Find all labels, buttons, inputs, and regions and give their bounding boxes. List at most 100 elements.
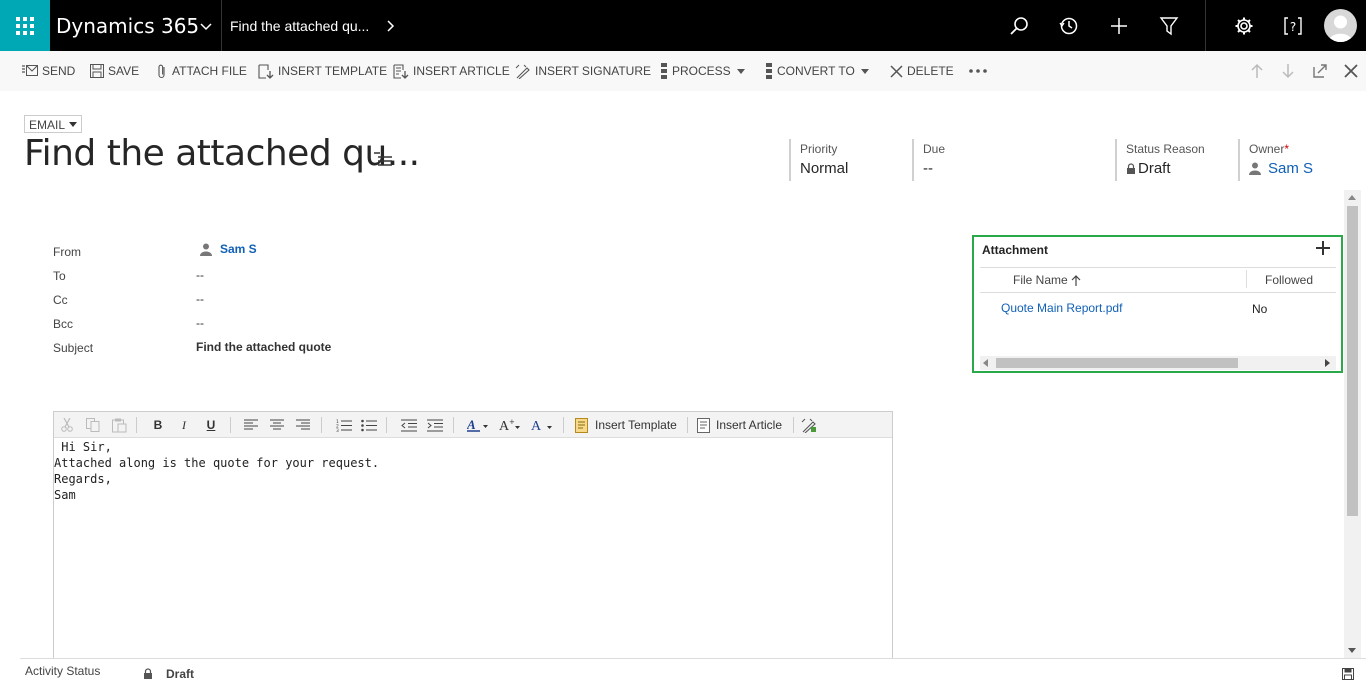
status-reason-field[interactable]: Status Reason Draft bbox=[1115, 139, 1205, 181]
align-left-icon[interactable] bbox=[244, 416, 258, 434]
page-vertical-scrollbar[interactable] bbox=[1344, 190, 1361, 658]
italic-button[interactable]: I bbox=[177, 416, 191, 434]
scrollbar-thumb[interactable] bbox=[1347, 206, 1358, 516]
save-button[interactable]: SAVE bbox=[90, 63, 139, 79]
subject-field[interactable]: Find the attached quote bbox=[196, 340, 331, 354]
owner-field[interactable]: Owner* Sam S bbox=[1238, 139, 1313, 181]
chevron-down-icon[interactable] bbox=[198, 18, 214, 34]
insert-signature-label: INSERT SIGNATURE bbox=[535, 64, 652, 78]
delete-label: DELETE bbox=[907, 64, 954, 78]
font-size-icon[interactable]: A + bbox=[499, 416, 521, 434]
to-label: To bbox=[53, 269, 66, 283]
insert-template-icon bbox=[258, 63, 274, 79]
status-footer: Activity Status Draft bbox=[20, 658, 1366, 688]
send-button[interactable]: SEND bbox=[22, 63, 75, 79]
priority-label: Priority bbox=[800, 142, 838, 156]
activity-status-label: Activity Status bbox=[25, 664, 101, 678]
insert-article-button[interactable]: INSERT ARTICLE bbox=[393, 63, 510, 79]
svg-text:3: 3 bbox=[336, 428, 339, 432]
priority-field[interactable]: Priority Normal bbox=[789, 139, 848, 181]
insert-article-label: INSERT ARTICLE bbox=[413, 64, 510, 78]
title-menu-icon[interactable] bbox=[374, 152, 392, 171]
cc-field[interactable]: -- bbox=[196, 292, 204, 306]
chevron-right-icon[interactable] bbox=[384, 19, 398, 33]
caret-down-icon bbox=[736, 68, 745, 74]
font-color-icon[interactable]: A bbox=[531, 416, 553, 434]
user-avatar[interactable] bbox=[1324, 9, 1357, 42]
owner-value[interactable]: Sam S bbox=[1268, 160, 1313, 177]
highlight-color-icon[interactable]: A bbox=[467, 416, 489, 434]
paste-icon[interactable] bbox=[111, 416, 127, 434]
history-icon[interactable] bbox=[1057, 14, 1081, 38]
bold-button[interactable]: B bbox=[151, 416, 165, 434]
increase-indent-icon[interactable] bbox=[427, 416, 443, 434]
editor-toolbar: B I U 123 A A + A Insert Template Insert… bbox=[54, 412, 892, 438]
priority-value: Normal bbox=[800, 160, 849, 177]
body-line: Hi Sir, bbox=[54, 440, 112, 454]
scroll-down-icon[interactable] bbox=[1348, 648, 1356, 653]
from-label: From bbox=[53, 245, 81, 259]
underline-button[interactable]: U bbox=[204, 416, 218, 434]
next-record-icon[interactable] bbox=[1280, 63, 1296, 79]
convert-to-button[interactable]: CONVERT TO bbox=[765, 63, 869, 79]
from-field[interactable]: Sam S bbox=[200, 242, 257, 256]
process-button[interactable]: PROCESS bbox=[660, 63, 745, 79]
cut-icon[interactable] bbox=[60, 416, 74, 434]
footer-save-icon[interactable] bbox=[1342, 667, 1354, 685]
editor-insert-article-button[interactable]: Insert Article bbox=[697, 416, 789, 434]
email-body[interactable]: Hi Sir, Attached along is the quote for … bbox=[54, 439, 379, 503]
filter-icon[interactable] bbox=[1157, 14, 1181, 38]
search-icon[interactable] bbox=[1007, 14, 1031, 38]
lock-icon bbox=[143, 667, 153, 685]
numbered-list-icon[interactable]: 123 bbox=[336, 416, 352, 434]
scrollbar-thumb[interactable] bbox=[996, 358, 1238, 368]
toolbar-separator bbox=[386, 417, 387, 433]
settings-icon[interactable] bbox=[1232, 14, 1256, 38]
previous-record-icon[interactable] bbox=[1249, 63, 1265, 79]
attachment-subgrid: Attachment File Name Followed Quote Main… bbox=[972, 235, 1343, 373]
align-right-icon[interactable] bbox=[296, 416, 310, 434]
attachment-file-name-link[interactable]: Quote Main Report.pdf bbox=[1001, 301, 1122, 315]
status-reason-value: Draft bbox=[1138, 160, 1171, 177]
plus-icon[interactable] bbox=[1107, 14, 1131, 38]
attach-file-label: ATTACH FILE bbox=[172, 64, 247, 78]
command-bar: SEND SAVE ATTACH FILE INSERT TEMPLATE IN… bbox=[0, 51, 1366, 91]
from-value[interactable]: Sam S bbox=[220, 242, 257, 256]
attach-file-button[interactable]: ATTACH FILE bbox=[156, 63, 247, 79]
add-attachment-icon[interactable] bbox=[1316, 241, 1330, 260]
insert-signature-button[interactable]: INSERT SIGNATURE bbox=[515, 63, 651, 79]
attachment-followed-value: No bbox=[1252, 302, 1268, 316]
column-header-followed[interactable]: Followed bbox=[1265, 273, 1313, 287]
subject-label: Subject bbox=[53, 341, 94, 355]
app-launcher-icon[interactable] bbox=[0, 0, 50, 51]
email-body-editor[interactable]: B I U 123 A A + A Insert Template Insert… bbox=[53, 411, 893, 671]
more-commands-button[interactable] bbox=[969, 63, 991, 79]
entity-type-selector[interactable]: EMAIL bbox=[24, 115, 83, 133]
copy-icon[interactable] bbox=[86, 416, 100, 434]
help-icon[interactable]: ? bbox=[1281, 14, 1305, 38]
breadcrumb[interactable]: Find the attached qu... bbox=[230, 18, 369, 34]
due-field[interactable]: Due -- bbox=[912, 139, 945, 181]
to-field[interactable]: -- bbox=[196, 268, 204, 282]
column-header-file-name[interactable]: File Name bbox=[1013, 273, 1081, 287]
user-icon bbox=[1249, 162, 1261, 175]
column-header-label: File Name bbox=[1013, 273, 1068, 287]
app-name[interactable]: Dynamics 365 bbox=[56, 14, 199, 38]
pop-out-icon[interactable] bbox=[1312, 63, 1328, 79]
editor-signature-icon[interactable] bbox=[800, 416, 818, 434]
scroll-left-icon[interactable] bbox=[983, 359, 989, 367]
grid-divider bbox=[980, 267, 1336, 268]
required-marker: * bbox=[1284, 142, 1290, 156]
align-center-icon[interactable] bbox=[270, 416, 284, 434]
delete-button[interactable]: DELETE bbox=[890, 63, 954, 79]
close-icon[interactable] bbox=[1343, 63, 1359, 79]
bcc-field[interactable]: -- bbox=[196, 316, 204, 330]
decrease-indent-icon[interactable] bbox=[401, 416, 417, 434]
scroll-up-icon[interactable] bbox=[1348, 195, 1356, 200]
insert-template-button[interactable]: INSERT TEMPLATE bbox=[258, 63, 387, 79]
editor-insert-template-button[interactable]: Insert Template bbox=[575, 416, 681, 434]
signature-icon bbox=[515, 64, 530, 79]
bulleted-list-icon[interactable] bbox=[361, 416, 377, 434]
scroll-right-icon[interactable] bbox=[1325, 359, 1331, 367]
horizontal-scrollbar[interactable] bbox=[980, 356, 1336, 370]
